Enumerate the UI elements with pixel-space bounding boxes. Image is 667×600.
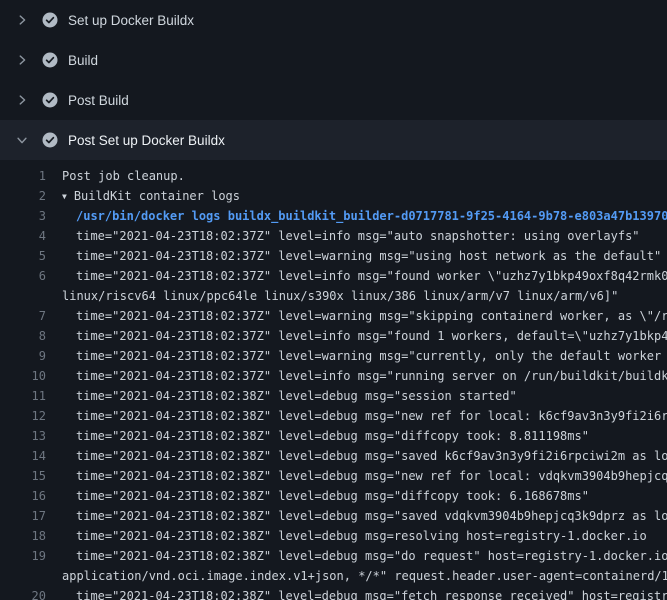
log-line: 7 time="2021-04-23T18:02:37Z" level=warn…	[0, 306, 667, 326]
line-number[interactable]: 18	[0, 526, 46, 546]
log-line: 11 time="2021-04-23T18:02:38Z" level=deb…	[0, 386, 667, 406]
check-circle-icon	[42, 52, 58, 68]
log-line: 10 time="2021-04-23T18:02:37Z" level=inf…	[0, 366, 667, 386]
log-line: 5 time="2021-04-23T18:02:37Z" level=warn…	[0, 246, 667, 266]
log-text: time="2021-04-23T18:02:37Z" level=info m…	[62, 266, 667, 286]
log-line: 16 time="2021-04-23T18:02:38Z" level=deb…	[0, 486, 667, 506]
line-number[interactable]: 9	[0, 346, 46, 366]
log-line: 9 time="2021-04-23T18:02:37Z" level=warn…	[0, 346, 667, 366]
log-text: application/vnd.oci.image.index.v1+json,…	[62, 566, 667, 586]
line-number[interactable]: 1	[0, 166, 46, 186]
line-number[interactable]	[0, 286, 46, 306]
step-header-set-up-docker-buildx[interactable]: Set up Docker Buildx	[0, 0, 667, 40]
line-number[interactable]: 15	[0, 466, 46, 486]
line-number[interactable]: 17	[0, 506, 46, 526]
line-number[interactable]: 13	[0, 426, 46, 446]
chevron-icon	[14, 92, 30, 108]
step-header-post-build[interactable]: Post Build	[0, 80, 667, 120]
line-number[interactable]: 4	[0, 226, 46, 246]
line-number[interactable]: 20	[0, 586, 46, 600]
line-number[interactable]	[0, 566, 46, 586]
check-circle-icon	[42, 132, 58, 148]
log-text: time="2021-04-23T18:02:38Z" level=debug …	[62, 406, 667, 426]
log-text: ▼ BuildKit container logs	[62, 186, 240, 206]
actions-log-viewer: Set up Docker Buildx Build P	[0, 0, 667, 600]
log-text: time="2021-04-23T18:02:38Z" level=debug …	[62, 386, 517, 406]
line-number[interactable]: 11	[0, 386, 46, 406]
log-text: Post job cleanup.	[62, 166, 185, 186]
log-text: time="2021-04-23T18:02:37Z" level=warnin…	[62, 346, 667, 366]
line-number[interactable]: 3	[0, 206, 46, 226]
log-text: time="2021-04-23T18:02:38Z" level=debug …	[62, 586, 667, 600]
log-line: application/vnd.oci.image.index.v1+json,…	[0, 566, 667, 586]
log-text: /usr/bin/docker logs buildx_buildkit_bui…	[62, 206, 667, 226]
log-line: 17 time="2021-04-23T18:02:38Z" level=deb…	[0, 506, 667, 526]
log-text: time="2021-04-23T18:02:37Z" level=info m…	[62, 326, 667, 346]
log-text: time="2021-04-23T18:02:38Z" level=debug …	[62, 486, 589, 506]
log-line: linux/riscv64 linux/ppc64le linux/s390x …	[0, 286, 667, 306]
log-line: 19 time="2021-04-23T18:02:38Z" level=deb…	[0, 546, 667, 566]
triangle-down-icon[interactable]: ▼	[62, 187, 67, 206]
log-line: 20 time="2021-04-23T18:02:38Z" level=deb…	[0, 586, 667, 600]
line-number[interactable]: 16	[0, 486, 46, 506]
line-number[interactable]: 10	[0, 366, 46, 386]
log-line: 8 time="2021-04-23T18:02:37Z" level=info…	[0, 326, 667, 346]
log-text: time="2021-04-23T18:02:38Z" level=debug …	[62, 426, 589, 446]
line-number[interactable]: 2	[0, 186, 46, 206]
log-text: time="2021-04-23T18:02:38Z" level=debug …	[62, 446, 667, 466]
step-header-post-set-up-docker-buildx[interactable]: Post Set up Docker Buildx	[0, 120, 667, 160]
line-number[interactable]: 12	[0, 406, 46, 426]
step-title: Post Build	[68, 93, 129, 108]
step-title: Post Set up Docker Buildx	[68, 133, 225, 148]
log-text: time="2021-04-23T18:02:37Z" level=warnin…	[62, 306, 667, 326]
log-line: 3 /usr/bin/docker logs buildx_buildkit_b…	[0, 206, 667, 226]
log-line: 2 ▼ BuildKit container logs	[0, 186, 667, 206]
step-title: Set up Docker Buildx	[68, 13, 194, 28]
sections: Set up Docker Buildx Build P	[0, 0, 667, 160]
line-number[interactable]: 5	[0, 246, 46, 266]
line-number[interactable]: 8	[0, 326, 46, 346]
log-text: time="2021-04-23T18:02:37Z" level=info m…	[62, 226, 640, 246]
log-line: 13 time="2021-04-23T18:02:38Z" level=deb…	[0, 426, 667, 446]
group-title[interactable]: BuildKit container logs	[74, 189, 240, 203]
log-text: time="2021-04-23T18:02:37Z" level=info m…	[62, 366, 667, 386]
log-line: 15 time="2021-04-23T18:02:38Z" level=deb…	[0, 466, 667, 486]
log-line: 12 time="2021-04-23T18:02:38Z" level=deb…	[0, 406, 667, 426]
line-number[interactable]: 19	[0, 546, 46, 566]
step-header-build[interactable]: Build	[0, 40, 667, 80]
log-text: time="2021-04-23T18:02:38Z" level=debug …	[62, 526, 647, 546]
check-circle-icon	[42, 12, 58, 28]
check-circle-icon	[42, 92, 58, 108]
line-number[interactable]: 7	[0, 306, 46, 326]
log-text: linux/riscv64 linux/ppc64le linux/s390x …	[62, 286, 618, 306]
chevron-icon	[14, 132, 30, 148]
line-number[interactable]: 14	[0, 446, 46, 466]
log-text: time="2021-04-23T18:02:38Z" level=debug …	[62, 466, 667, 486]
log-text: time="2021-04-23T18:02:37Z" level=warnin…	[62, 246, 661, 266]
log-line: 4 time="2021-04-23T18:02:37Z" level=info…	[0, 226, 667, 246]
log-text: time="2021-04-23T18:02:38Z" level=debug …	[62, 546, 667, 566]
log-line: 18 time="2021-04-23T18:02:38Z" level=deb…	[0, 526, 667, 546]
chevron-icon	[14, 52, 30, 68]
log-area: 1 Post job cleanup. 2 ▼ BuildKit containe…	[0, 160, 667, 600]
log-line: 14 time="2021-04-23T18:02:38Z" level=deb…	[0, 446, 667, 466]
log-line: 6 time="2021-04-23T18:02:37Z" level=info…	[0, 266, 667, 286]
log-line: 1 Post job cleanup.	[0, 166, 667, 186]
line-number[interactable]: 6	[0, 266, 46, 286]
chevron-icon	[14, 12, 30, 28]
log-text: time="2021-04-23T18:02:38Z" level=debug …	[62, 506, 667, 526]
step-title: Build	[68, 53, 98, 68]
